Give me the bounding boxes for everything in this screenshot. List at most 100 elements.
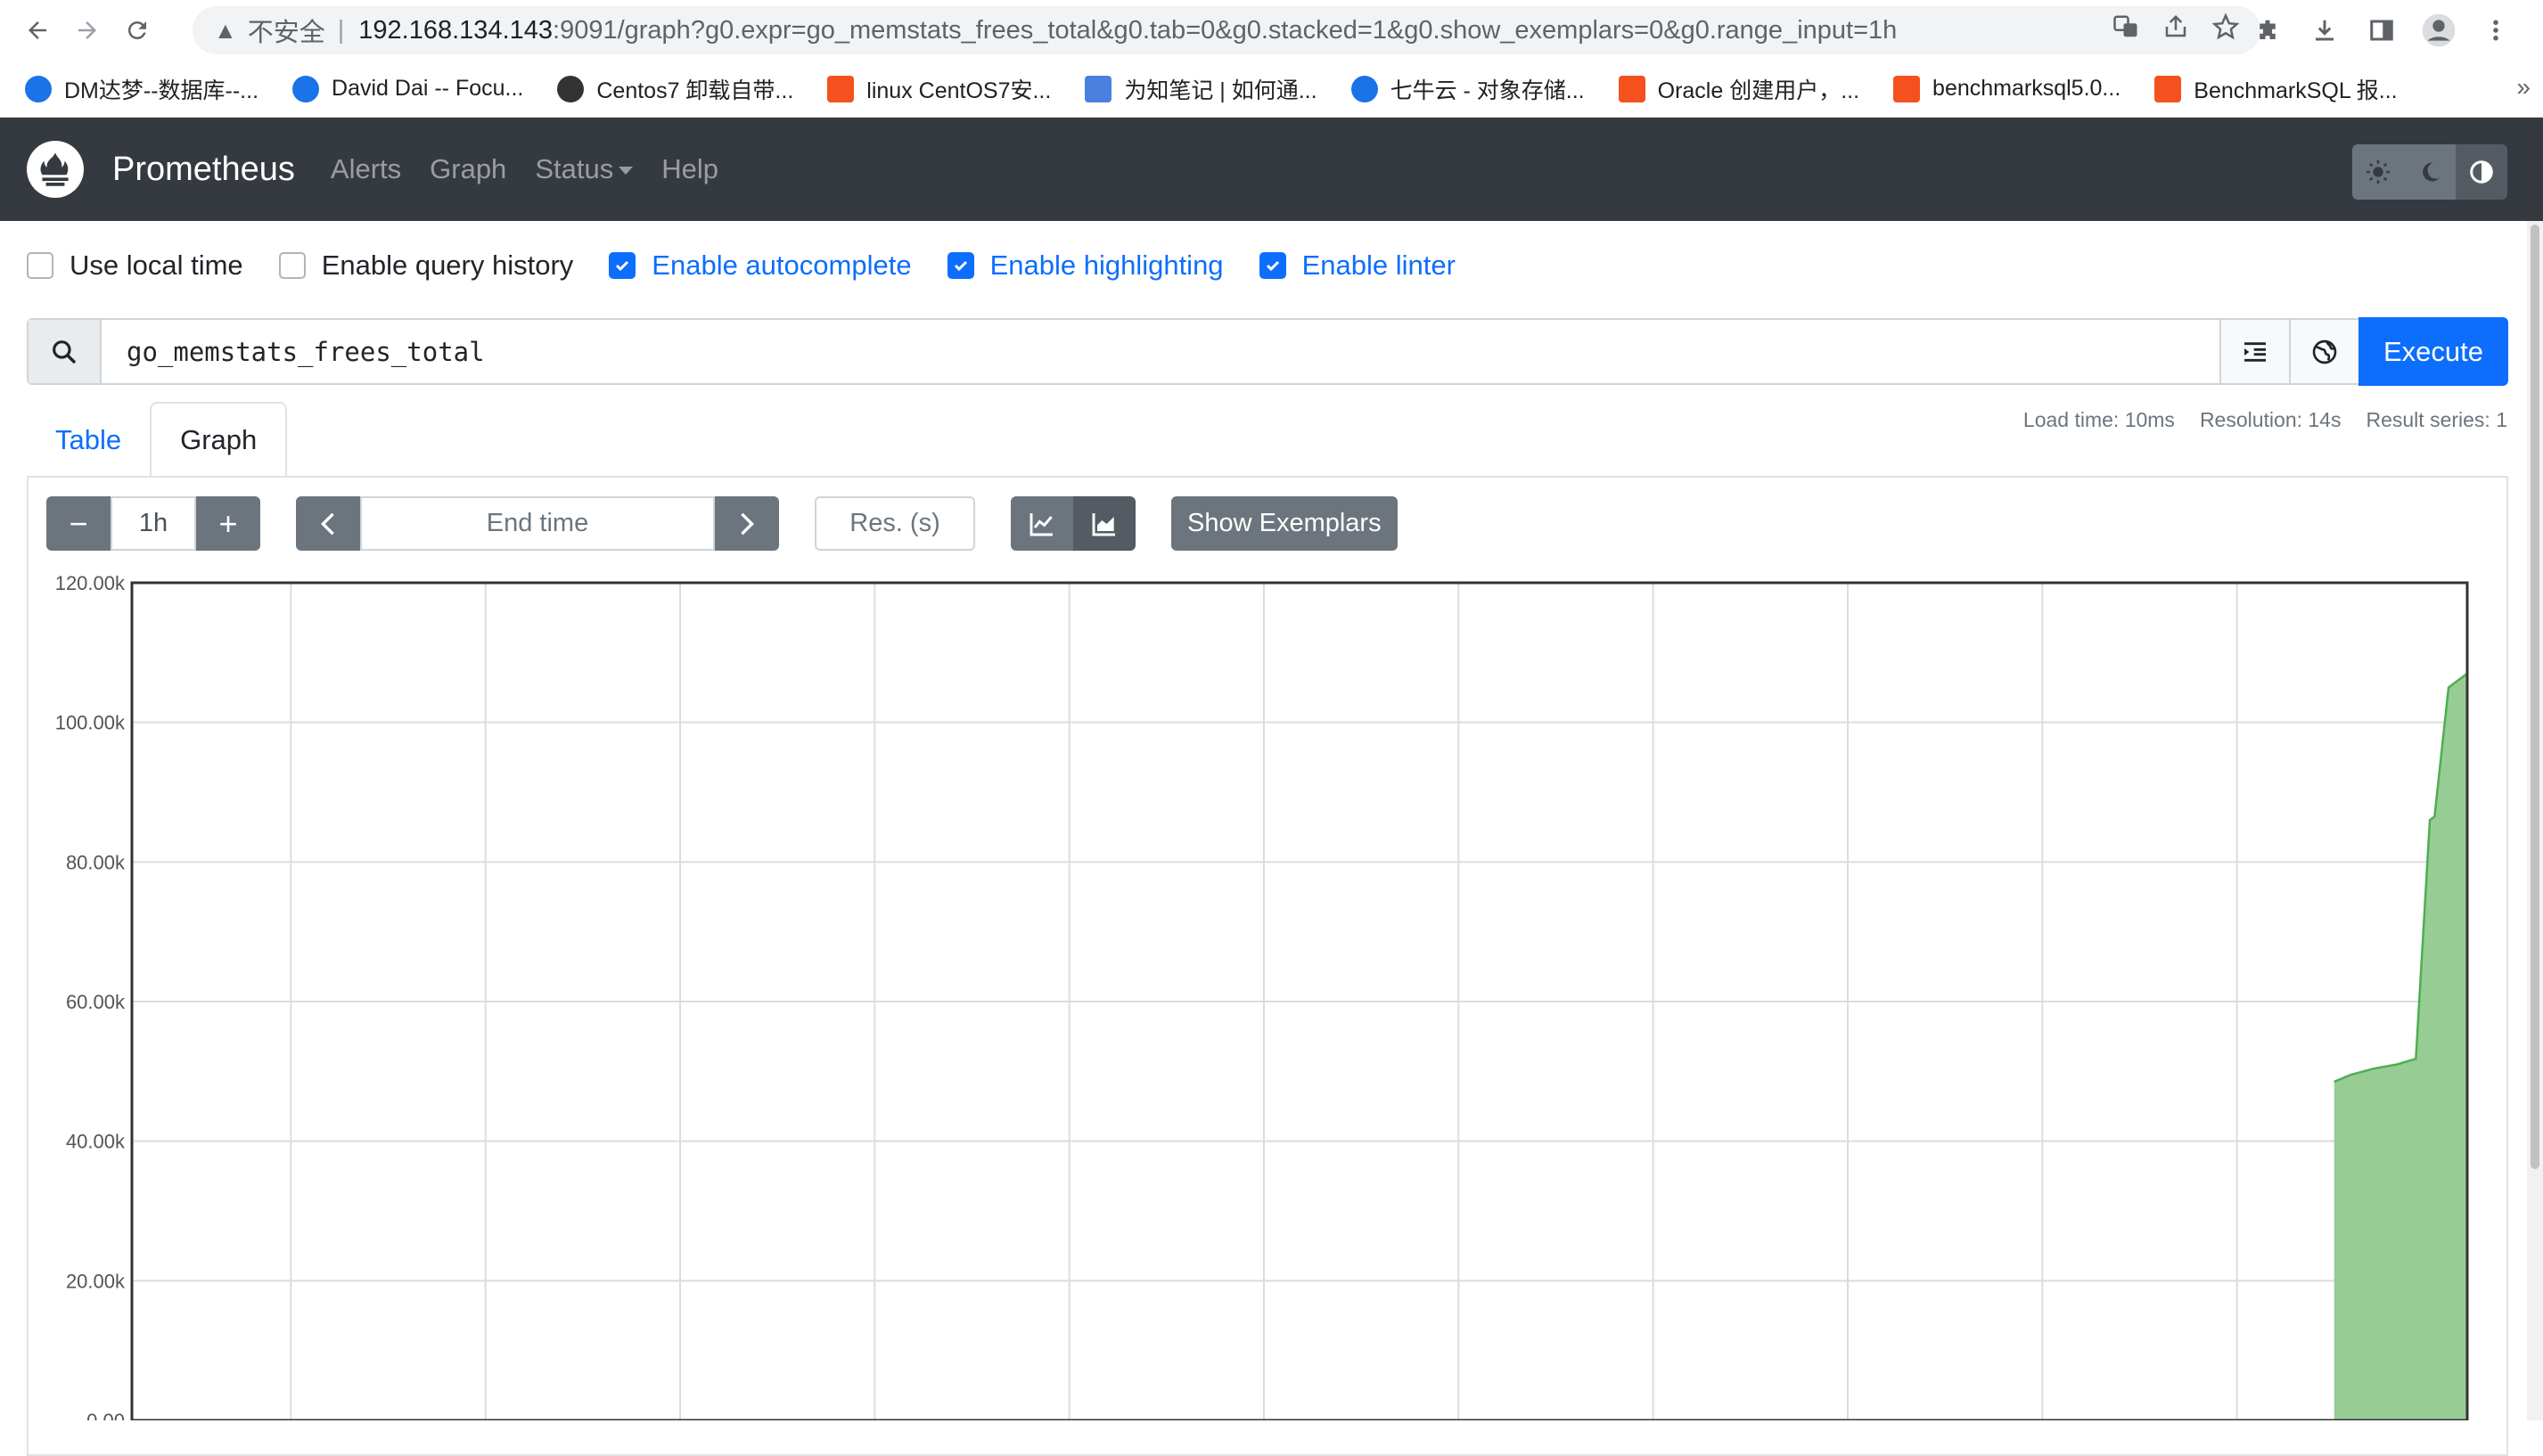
range-input[interactable]: 1h: [111, 496, 196, 551]
option-checkbox[interactable]: [609, 252, 636, 279]
increase-range-button[interactable]: +: [196, 496, 260, 551]
later-end-time-button[interactable]: [715, 496, 779, 551]
prometheus-logo-icon[interactable]: [27, 141, 84, 198]
search-icon: [29, 320, 102, 383]
bookmarks-bar: DM达梦--数据库--... David Dai -- Focu... Centos…: [0, 61, 2543, 118]
bookmarks-more-button[interactable]: »: [2516, 73, 2531, 102]
warning-icon: ▲: [214, 16, 237, 44]
bookmark-label: David Dai -- Focu...: [332, 76, 524, 101]
option-label: Enable linter: [1301, 249, 1456, 281]
tab-graph[interactable]: Graph: [150, 402, 288, 478]
resolution-input[interactable]: Res. (s): [815, 496, 975, 551]
stacked-button[interactable]: [1073, 496, 1136, 551]
decrease-range-button[interactable]: −: [46, 496, 111, 551]
check-icon: [616, 260, 629, 272]
graph-chart[interactable]: 0.00 20.00k 40.00k 60.00k 80.00k 100.00k 120.0…: [27, 570, 2508, 1420]
option-label: Enable autocomplete: [652, 249, 912, 281]
bookmark-label: Oracle 创建用户，...: [1657, 78, 1860, 103]
page-scrollbar[interactable]: [2527, 221, 2543, 1420]
translate-icon[interactable]: [2112, 13, 2139, 47]
option-4[interactable]: Enable linter: [1259, 249, 1456, 282]
query-stats: Load time: 10ms Resolution: 14s Result s…: [2023, 408, 2507, 432]
theme-dark-button[interactable]: [2404, 144, 2456, 200]
download-icon[interactable]: [2304, 10, 2345, 51]
bookmark-favicon-icon: [2154, 75, 2182, 102]
area-chart-icon: [1092, 512, 1115, 536]
bookmark-item[interactable]: DM达梦--数据库--...: [25, 73, 258, 105]
scrollbar-thumb[interactable]: [2531, 225, 2539, 1169]
bookmark-favicon-icon: [1085, 75, 1112, 102]
option-checkbox[interactable]: [947, 252, 974, 279]
prometheus-navbar: Prometheus Alerts Graph Status Help: [0, 118, 2543, 221]
tab-table[interactable]: Table: [27, 402, 150, 478]
globe-icon: [2312, 339, 2337, 364]
y-tick-label: 60.00k: [66, 991, 126, 1013]
bookmark-item[interactable]: Oracle 创建用户，...: [1618, 73, 1860, 105]
bookmark-favicon-icon: [557, 75, 585, 102]
option-3[interactable]: Enable highlighting: [947, 249, 1224, 282]
side-panel-icon[interactable]: [2361, 10, 2402, 51]
option-0[interactable]: Use local time: [27, 249, 243, 282]
bookmark-item[interactable]: benchmarksql5.0...: [1893, 75, 2121, 102]
option-checkbox[interactable]: [278, 252, 306, 279]
theme-switcher: [2352, 144, 2507, 200]
address-bar[interactable]: ▲ 不安全 | 192.168.134.143:9091/graph?g0.ex…: [193, 6, 2260, 54]
contrast-icon: [2470, 160, 2493, 184]
option-2[interactable]: Enable autocomplete: [609, 249, 912, 282]
query-bar: go_memstats_frees_total Execute: [27, 317, 2508, 386]
unstacked-button[interactable]: [1011, 496, 1073, 551]
show-exemplars-button[interactable]: Show Exemplars: [1171, 496, 1398, 551]
y-tick-label: 100.00k: [55, 712, 126, 734]
series-area: [2334, 673, 2467, 1420]
reload-icon[interactable]: [112, 5, 162, 55]
y-tick-label: 40.00k: [66, 1131, 126, 1153]
globe-button[interactable]: [2289, 320, 2358, 383]
settings-options: Use local time Enable query history Enable…: [27, 249, 1491, 282]
browser-menu-icon[interactable]: [2475, 10, 2516, 51]
end-time-input[interactable]: End time: [360, 496, 715, 551]
bookmark-label: BenchmarkSQL 报...: [2194, 78, 2398, 103]
moon-icon: [2423, 162, 2440, 182]
nav-graph[interactable]: Graph: [430, 153, 506, 185]
bookmark-star-icon[interactable]: [2211, 12, 2240, 47]
metrics-explorer-button[interactable]: [2219, 320, 2289, 383]
bookmark-label: DM达梦--数据库--...: [64, 78, 259, 103]
security-label: 不安全: [247, 19, 325, 47]
extensions-icon[interactable]: [2247, 10, 2288, 51]
bookmark-item[interactable]: Centos7 卸载自带...: [557, 73, 793, 105]
bookmark-label: 七牛云 - 对象存储...: [1390, 78, 1585, 103]
expression-input[interactable]: go_memstats_frees_total: [102, 337, 2219, 367]
nav-alerts[interactable]: Alerts: [331, 153, 401, 185]
option-1[interactable]: Enable query history: [278, 249, 574, 282]
line-chart-icon: [1030, 512, 1053, 536]
bookmark-item[interactable]: BenchmarkSQL 报...: [2154, 73, 2398, 105]
bookmark-favicon-icon: [1618, 75, 1645, 102]
bookmark-item[interactable]: 为知笔记 | 如何通...: [1085, 73, 1317, 105]
theme-auto-button[interactable]: [2456, 144, 2507, 200]
check-icon: [1266, 260, 1279, 272]
profile-avatar-icon[interactable]: [2418, 10, 2459, 51]
brand-title[interactable]: Prometheus: [112, 151, 295, 189]
execute-button[interactable]: Execute: [2358, 317, 2508, 386]
nav-help[interactable]: Help: [661, 153, 718, 185]
graph-controls: − 1h + End time Res. (s) Show Exemplars: [46, 496, 1398, 551]
earlier-end-time-button[interactable]: [296, 496, 360, 551]
option-label: Enable query history: [321, 249, 574, 281]
theme-light-button[interactable]: [2352, 144, 2404, 200]
resolution: Resolution: 14s: [2199, 408, 2342, 431]
bookmark-item[interactable]: 七牛云 - 对象存储...: [1350, 73, 1585, 105]
bookmark-item[interactable]: linux CentOS7安...: [827, 73, 1051, 105]
check-icon: [954, 260, 967, 272]
nav-status[interactable]: Status: [535, 153, 634, 185]
option-checkbox[interactable]: [27, 252, 53, 279]
bookmark-label: 为知笔记 | 如何通...: [1124, 78, 1317, 103]
share-icon[interactable]: [2162, 13, 2189, 47]
y-tick-label: 20.00k: [66, 1270, 126, 1292]
nav-status-label: Status: [535, 153, 614, 184]
option-checkbox[interactable]: [1259, 252, 1286, 279]
bookmark-favicon-icon: [1350, 75, 1378, 102]
back-icon[interactable]: [12, 5, 62, 55]
y-tick-label: 0.00: [86, 1410, 125, 1420]
bookmark-item[interactable]: David Dai -- Focu...: [292, 75, 524, 102]
forward-icon[interactable]: [62, 5, 112, 55]
